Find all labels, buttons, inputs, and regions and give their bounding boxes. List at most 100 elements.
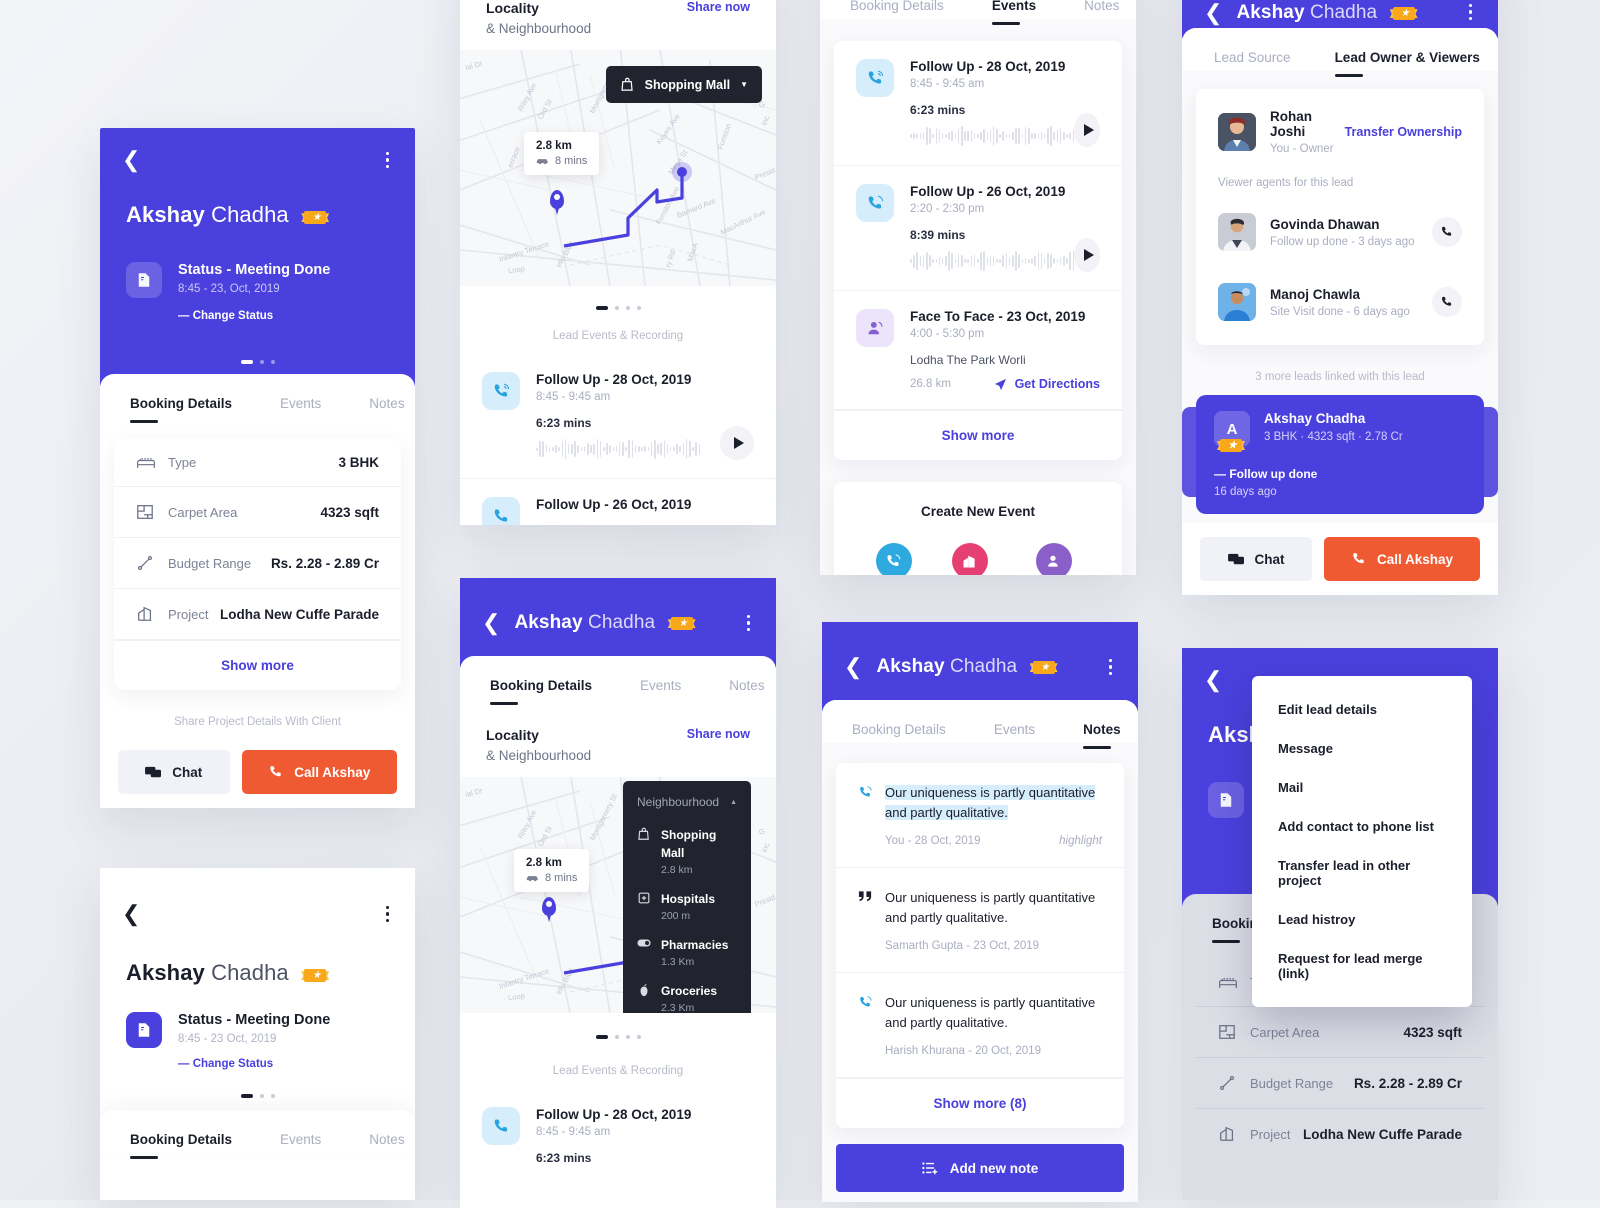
tab-booking-details[interactable]: Booking Details — [850, 0, 944, 19]
chevron-down-icon: ▼ — [740, 80, 748, 89]
list-item[interactable]: Our uniqueness is partly quantitative an… — [836, 868, 1124, 973]
menu-item-transfer-lead[interactable]: Transfer lead in other project — [1252, 846, 1472, 900]
back-icon[interactable]: ❮ — [844, 656, 862, 678]
list-item[interactable]: Follow Up - 28 Oct, 2019 8:45 - 9:45 am … — [460, 354, 776, 479]
viewer-row: Govinda Dhawan Follow up done - 3 days a… — [1196, 197, 1484, 267]
play-button[interactable] — [1074, 113, 1100, 147]
vip-badge-icon: ★ — [301, 210, 330, 225]
row-label: Budget Range — [1250, 1075, 1334, 1091]
chat-button[interactable]: Chat — [1200, 537, 1312, 581]
tab-events[interactable]: Events — [994, 700, 1035, 743]
call-viewer-button[interactable] — [1432, 217, 1462, 247]
row-value: 3 BHK — [338, 455, 379, 470]
more-options-icon[interactable] — [1105, 655, 1117, 680]
show-more-notes-button[interactable]: Show more (8) — [836, 1079, 1124, 1128]
back-icon[interactable]: ❮ — [122, 903, 140, 925]
audio-waveform[interactable] — [910, 250, 1075, 272]
event-duration: 6:23 mins — [536, 416, 592, 430]
map-origin-pin-icon — [542, 897, 556, 922]
more-options-icon[interactable] — [1465, 0, 1477, 24]
more-options-icon[interactable] — [382, 148, 394, 173]
play-button[interactable] — [1074, 238, 1100, 272]
avatar — [1218, 213, 1256, 251]
tab-booking-details[interactable]: Booking Details — [490, 656, 592, 705]
lead-last-name: Chadha — [588, 612, 656, 633]
share-now-link[interactable]: Share now — [687, 0, 750, 14]
carousel-dots[interactable] — [100, 1094, 415, 1098]
play-button[interactable] — [720, 426, 754, 460]
linked-lead-card[interactable]: A ★ Akshay Chadha 3 BHK · 4323 sqft · 2.… — [1196, 395, 1484, 514]
more-options-icon[interactable] — [382, 902, 394, 927]
create-facetoface-button[interactable]: Face to Face — [1020, 543, 1090, 575]
vip-badge-icon: ★ — [301, 968, 330, 983]
note-text: Our uniqueness is partly quantitative an… — [885, 785, 1096, 820]
map-destination-dot-icon — [672, 162, 692, 182]
tab-lead-source[interactable]: Lead Source — [1214, 28, 1291, 71]
change-status-link[interactable]: — Change Status — [178, 310, 330, 322]
carousel-dots[interactable] — [460, 306, 776, 310]
tab-notes[interactable]: Notes — [729, 656, 764, 699]
list-item[interactable]: Our uniqueness is partly quantitative an… — [836, 973, 1124, 1078]
tab-notes[interactable]: Notes — [369, 1110, 404, 1153]
map-category-chip[interactable]: Shopping Mall ▼ — [605, 66, 762, 103]
show-more-button[interactable]: Show more — [114, 641, 401, 690]
call-button[interactable]: Call Akshay — [241, 750, 397, 794]
list-item[interactable]: Pharmacies 1.3 Km — [623, 929, 751, 975]
table-row: Budget Range Rs. 2.28 - 2.89 Cr — [114, 538, 401, 589]
back-icon[interactable]: ❮ — [482, 612, 500, 634]
menu-item-message[interactable]: Message — [1252, 729, 1472, 768]
add-new-note-button[interactable]: Add new note — [836, 1144, 1124, 1192]
more-options-icon[interactable] — [743, 611, 755, 636]
neighbourhood-dropdown[interactable]: Neighbourhood ▲ Shopping Mall 2.8 km Hospi… — [623, 781, 751, 1013]
list-item[interactable]: Follow Up - 26 Oct, 2019 2:20 - 2:30 pm … — [834, 166, 1122, 291]
menu-item-edit-lead-details[interactable]: Edit lead details — [1252, 690, 1472, 729]
list-item[interactable]: Our uniqueness is partly quantitative an… — [836, 763, 1124, 868]
lead-context-menu[interactable]: Edit lead details Message Mail Add conta… — [1252, 676, 1472, 1007]
chevron-up-icon[interactable]: ▲ — [730, 799, 737, 806]
menu-item-mail[interactable]: Mail — [1252, 768, 1472, 807]
event-separator: - — [978, 59, 983, 74]
tab-notes[interactable]: Notes — [369, 374, 404, 417]
tab-booking-details[interactable]: Booking Details — [852, 700, 946, 743]
call-button[interactable]: Call Akshay — [1324, 537, 1480, 581]
tab-notes[interactable]: Notes — [1083, 700, 1121, 749]
carousel-dots[interactable] — [460, 1035, 776, 1039]
list-item[interactable]: Shopping Mall 2.8 km — [623, 819, 751, 883]
menu-item-request-merge[interactable]: Request for lead merge (link) — [1252, 939, 1472, 993]
menu-item-add-contact[interactable]: Add contact to phone list — [1252, 807, 1472, 846]
neighbourhood-map[interactable]: ial Dr Riley Ave Ord St Montgomery St In… — [460, 777, 776, 1013]
list-item[interactable]: Groceries 2.3 Km — [623, 975, 751, 1013]
change-status-link[interactable]: — Change Status — [178, 1058, 330, 1070]
list-item[interactable]: Follow Up - 26 Oct, 2019 — [460, 479, 776, 525]
tab-notes[interactable]: Notes — [1084, 0, 1119, 19]
create-followup-button[interactable]: Follow up — [867, 543, 921, 575]
call-viewer-button[interactable] — [1432, 287, 1462, 317]
share-now-link[interactable]: Share now — [687, 727, 750, 741]
audio-waveform[interactable] — [910, 125, 1075, 147]
create-sitevisit-button[interactable]: Site Visit — [946, 543, 994, 575]
list-item[interactable]: Follow Up - 28 Oct, 2019 8:45 - 9:45 am … — [460, 1089, 776, 1183]
list-item[interactable]: Face To Face - 23 Oct, 2019 4:00 - 5:30 … — [834, 291, 1122, 410]
chat-button[interactable]: Chat — [118, 750, 230, 794]
back-icon[interactable]: ❮ — [122, 149, 140, 171]
tab-booking-details[interactable]: Booking Details — [130, 1110, 232, 1159]
tab-booking-details[interactable]: Booking Details — [130, 374, 232, 423]
transfer-ownership-link[interactable]: Transfer Ownership — [1345, 125, 1462, 139]
get-directions-link[interactable]: Get Directions — [994, 377, 1100, 391]
event-separator: - — [978, 184, 983, 199]
neighbourhood-map[interactable]: ial Dr Riley Ave Ord St Montgomery St Ke… — [460, 50, 776, 286]
carousel-dots[interactable] — [100, 360, 415, 364]
audio-waveform[interactable] — [536, 438, 720, 460]
menu-item-lead-history[interactable]: Lead histroy — [1252, 900, 1472, 939]
tab-events[interactable]: Events — [640, 656, 681, 699]
tab-events[interactable]: Events — [991, 0, 1036, 25]
tab-events[interactable]: Events — [280, 374, 321, 417]
tab-events[interactable]: Events — [280, 1110, 321, 1153]
tab-lead-owner-viewers[interactable]: Lead Owner & Viewers — [1334, 28, 1480, 77]
show-more-button[interactable]: Show more — [834, 411, 1122, 460]
list-item[interactable]: Follow Up - 28 Oct, 2019 8:45 - 9:45 am … — [834, 41, 1122, 166]
back-icon[interactable]: ❮ — [1204, 669, 1222, 691]
list-item[interactable]: Hospitals 200 m — [623, 883, 751, 929]
back-icon[interactable]: ❮ — [1204, 2, 1222, 24]
row-value: Rs. 2.28 - 2.89 Cr — [270, 555, 379, 571]
